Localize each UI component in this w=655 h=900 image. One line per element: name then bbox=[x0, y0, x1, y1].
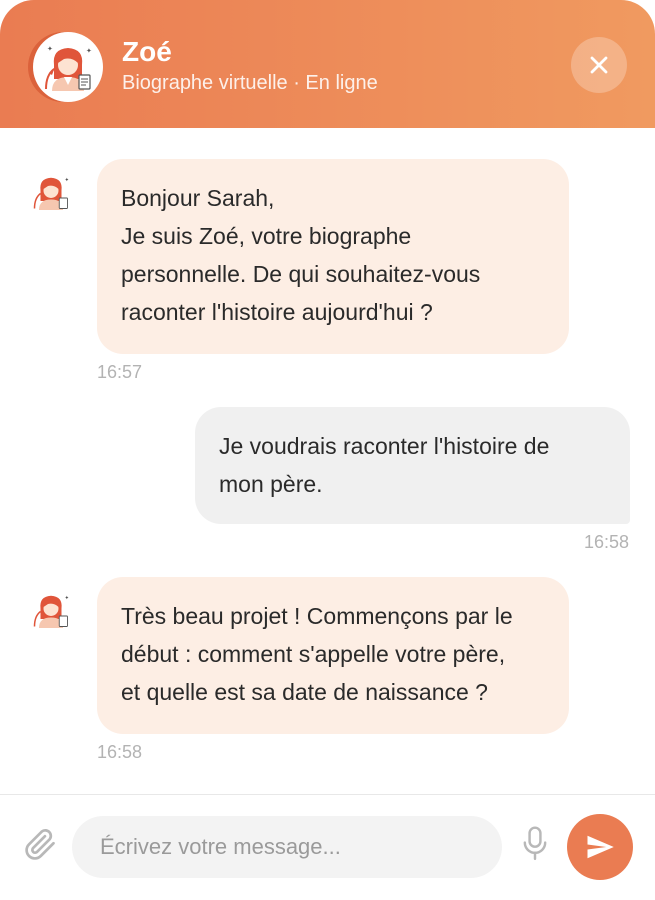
svg-text:✦: ✦ bbox=[47, 45, 53, 53]
message-timestamp: 16:57 bbox=[97, 362, 143, 382]
bot-message-avatar: ✦ bbox=[29, 170, 73, 214]
message-line: Je suis Zoé, votre biographe bbox=[121, 223, 412, 249]
woman-writer-icon: ✦ ✦ bbox=[45, 45, 92, 91]
message-line: Je voudrais raconter l'histoire de bbox=[219, 433, 550, 459]
message-input[interactable] bbox=[72, 816, 502, 878]
chat-widget: ✦ ✦ Zoé Biographe virtuelle · En ligne ✦… bbox=[0, 0, 655, 900]
send-button[interactable] bbox=[567, 814, 633, 880]
bot-status: Biographe virtuelle · En ligne bbox=[122, 72, 378, 94]
message-line: Très beau projet ! Commençons par le bbox=[121, 603, 513, 629]
attach-button[interactable] bbox=[20, 824, 60, 864]
svg-text:✦: ✦ bbox=[86, 47, 92, 55]
woman-writer-icon: ✦ bbox=[33, 596, 69, 628]
composer-divider bbox=[0, 794, 655, 795]
avatar: ✦ ✦ bbox=[33, 32, 103, 102]
close-button[interactable] bbox=[571, 37, 627, 93]
message-line: raconter l'histoire aujourd'hui ? bbox=[121, 299, 433, 325]
message-timestamp: 16:58 bbox=[97, 742, 143, 762]
message-line: personnelle. De qui souhaitez-vous bbox=[121, 261, 481, 287]
paperclip-icon bbox=[25, 829, 55, 860]
bot-message-avatar: ✦ bbox=[29, 588, 73, 632]
svg-text:✦: ✦ bbox=[65, 178, 69, 184]
message-line: Bonjour Sarah, bbox=[121, 185, 275, 211]
chat-header: ✦ ✦ Zoé Biographe virtuelle · En ligne bbox=[0, 0, 655, 128]
message-line: et quelle est sa date de naissance ? bbox=[121, 679, 488, 705]
message-line: mon père. bbox=[219, 471, 323, 497]
bot-name: Zoé bbox=[122, 36, 172, 67]
microphone-icon bbox=[523, 826, 547, 861]
bot-message-bubble: Très beau projet ! Commençons par le déb… bbox=[97, 577, 569, 734]
message-line: début : comment s'appelle votre père, bbox=[121, 641, 506, 667]
send-icon bbox=[587, 835, 614, 859]
message-timestamp: 16:58 bbox=[584, 532, 630, 552]
microphone-button[interactable] bbox=[518, 824, 552, 864]
user-message-bubble: Je voudrais raconter l'histoire de mon p… bbox=[195, 407, 630, 524]
close-icon bbox=[590, 56, 608, 74]
bot-message-bubble: Bonjour Sarah, Je suis Zoé, votre biogra… bbox=[97, 159, 569, 354]
woman-writer-icon: ✦ bbox=[33, 178, 69, 210]
svg-text:✦: ✦ bbox=[65, 596, 69, 602]
